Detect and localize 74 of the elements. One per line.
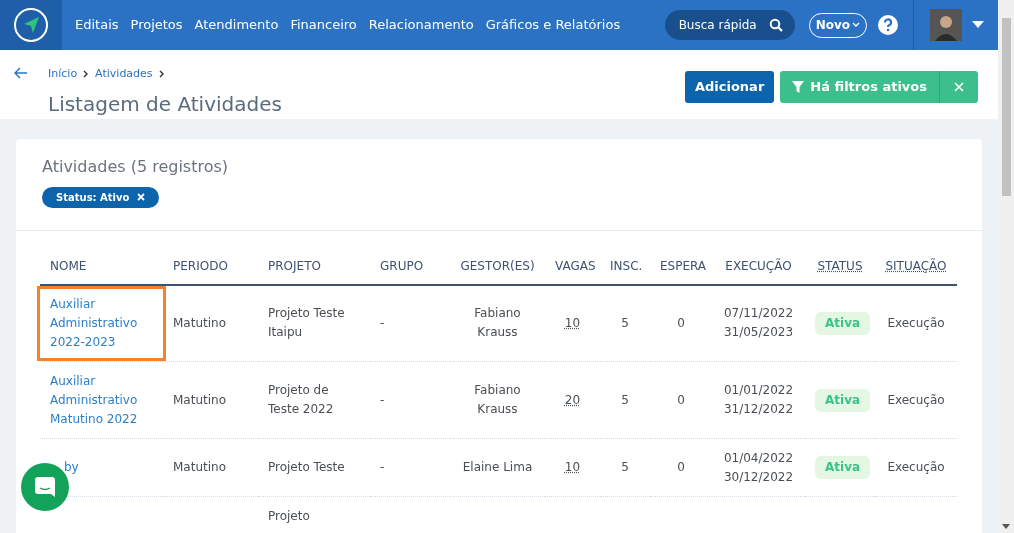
logo-icon[interactable]	[13, 7, 49, 43]
search-field[interactable]: Busca rápida	[664, 10, 795, 40]
chat-icon	[34, 476, 56, 498]
nav-link[interactable]: Projetos	[130, 15, 183, 35]
table-cell: 0	[677, 315, 685, 330]
status-badge: Ativa	[815, 456, 871, 479]
table-cell: Elaine Lima	[462, 460, 533, 474]
column-header: GRUPO	[380, 259, 424, 273]
card-title: Atividades (5 registros)	[42, 155, 230, 178]
table-cell: -	[380, 460, 385, 474]
column-header: PROJETO	[268, 259, 321, 273]
chevron-right-icon	[83, 70, 90, 79]
activity-name-link[interactable]: by	[64, 458, 79, 477]
table-cell: Execução	[887, 315, 945, 330]
page-title: Listagem de Atividades	[48, 90, 282, 118]
search-icon	[768, 18, 783, 32]
table-cell: Matutino	[173, 392, 226, 407]
table-cell: Fabiano Krauss	[474, 383, 521, 416]
nav-link[interactable]: Financeiro	[290, 15, 357, 35]
column-header: EXECUÇÃO	[725, 259, 792, 273]
activity-name-link[interactable]: Auxiliar Administrativo 2022-2023	[50, 294, 153, 352]
table-cell: 5	[621, 460, 629, 474]
table-cell: Projeto	[268, 509, 310, 523]
caret-icon[interactable]	[972, 21, 984, 29]
filter-icon	[792, 81, 805, 93]
scroll-down-icon[interactable]	[1002, 524, 1010, 529]
chevron-right-icon	[158, 70, 165, 79]
column-header: GESTOR(ES)	[460, 259, 535, 273]
table-cell: -	[380, 315, 385, 330]
date-range: 01/01/2022 31/12/2022	[722, 382, 795, 418]
table-cell: Projeto de Teste 2022	[268, 383, 334, 416]
nav-link[interactable]: Gráficos e Relatórios	[485, 15, 621, 35]
scrollbar[interactable]	[998, 0, 1014, 533]
breadcrumb-link[interactable]: Início	[48, 66, 78, 83]
date-range: 07/11/2022 31/05/2023	[722, 305, 795, 342]
breadcrumb-link[interactable]: Atividades	[95, 66, 153, 83]
help-icon[interactable]	[877, 14, 899, 36]
vacancies-count: 20	[564, 392, 581, 407]
table-cell: 5	[621, 315, 629, 330]
column-header: PERIODO	[173, 259, 228, 273]
table-cell: Execução	[887, 460, 945, 474]
back-arrow-icon[interactable]	[14, 67, 28, 79]
filter-tag[interactable]: Status: Ativo	[42, 186, 160, 208]
nav-link[interactable]: Atendimento	[194, 15, 279, 35]
table-cell: Matutino	[173, 460, 226, 474]
user-avatar[interactable]	[930, 9, 962, 41]
chevron-down-icon	[852, 22, 860, 28]
table-cell: 0	[677, 460, 685, 474]
table-cell: -	[380, 392, 385, 407]
nav-link[interactable]: Relacionamento	[368, 15, 474, 35]
column-header[interactable]: SITUAÇÃO	[885, 259, 947, 273]
table-cell: Projeto Teste Itaipu	[268, 306, 345, 340]
nav-link[interactable]: Editais	[75, 15, 119, 35]
column-header: INSC.	[610, 259, 643, 273]
add-button[interactable]: Adicionar	[684, 71, 775, 103]
activity-name-link[interactable]: Auxiliar Administrativo Matutino 2022	[50, 371, 153, 429]
date-range: 01/04/2022 30/12/2022	[722, 449, 795, 486]
remove-icon	[137, 193, 146, 201]
table-cell: 0	[677, 392, 685, 407]
column-header: ESPERA	[660, 259, 707, 273]
scrollbar-thumb[interactable]	[1001, 18, 1011, 196]
status-badge: Ativa	[815, 388, 871, 412]
table-cell: 5	[621, 392, 629, 407]
column-header: VAGAS	[555, 259, 596, 273]
vacancies-count: 10	[564, 315, 581, 330]
table-cell: Matutino	[173, 315, 226, 330]
close-icon	[954, 82, 964, 92]
table-cell: Fabiano Krauss	[474, 306, 521, 340]
status-badge: Ativa	[815, 311, 871, 335]
column-header[interactable]: STATUS	[817, 259, 863, 273]
table-cell: Execução	[887, 392, 945, 407]
column-header: NOME	[50, 259, 87, 273]
vacancies-count: 10	[564, 460, 581, 474]
table-cell: Projeto Teste	[268, 460, 345, 474]
